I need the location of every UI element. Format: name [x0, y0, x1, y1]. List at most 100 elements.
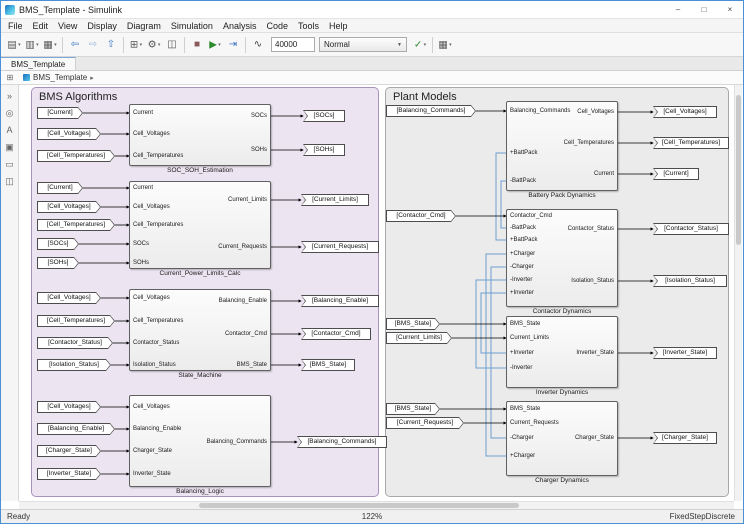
library-browser-button-icon: ⊞ [130, 39, 138, 50]
from-tag[interactable]: [Balancing_Commands] [386, 105, 476, 117]
goto-tag[interactable]: [SOHs] [303, 144, 345, 156]
goto-tag[interactable]: [Contactor_Status] [653, 223, 729, 235]
maximize-button[interactable]: □ [691, 1, 717, 18]
from-tag[interactable]: [Cell_Voltages] [37, 128, 101, 140]
menu-analysis[interactable]: Analysis [218, 19, 262, 33]
subsystem-block[interactable]: Cell_VoltagesBalancing_EnableCharger_Sta… [129, 395, 271, 487]
menu-tools[interactable]: Tools [293, 19, 324, 33]
block-name: Balancing_Logic [105, 488, 295, 495]
menu-help[interactable]: Help [324, 19, 353, 33]
library-browser-button[interactable]: ⊞ ▾ [128, 36, 144, 54]
forward-button[interactable]: ⇨ [85, 36, 101, 54]
tag-label: [Contactor_Status] [653, 223, 729, 235]
model-settings-button[interactable]: ⚙ ▾ [146, 36, 162, 54]
subsystem-block[interactable]: BMS_StateCurrent_Requests-Charger+Charge… [506, 401, 618, 476]
goto-tag[interactable]: [Balancing_Commands] [297, 436, 387, 448]
subsystem-block[interactable]: Balancing_Commands+BattPack-BattPackCell… [506, 101, 618, 191]
menu-simulation[interactable]: Simulation [166, 19, 218, 33]
from-tag[interactable]: [Cell_Temperatures] [37, 315, 115, 327]
from-tag[interactable]: [Inverter_State] [37, 468, 101, 480]
goto-tag[interactable]: [Current] [653, 168, 699, 180]
model-browser-button[interactable]: ◫ [164, 36, 180, 54]
from-tag[interactable]: [Cell_Temperatures] [37, 219, 115, 231]
menubar: File Edit View Display Diagram Simulatio… [1, 19, 743, 33]
from-tag[interactable]: [Isolation_Status] [37, 359, 111, 371]
from-tag[interactable]: [BMS_State] [386, 403, 440, 415]
signal-scope-button[interactable]: ∿ [250, 36, 266, 54]
menu-display[interactable]: Display [82, 19, 122, 33]
goto-tag[interactable]: [Charger_State] [653, 432, 717, 444]
goto-tag[interactable]: [Balancing_Enable] [301, 295, 379, 307]
zoom-tool[interactable]: ◎ [2, 105, 18, 121]
menu-view[interactable]: View [53, 19, 82, 33]
goto-tag[interactable]: [BMS_State] [301, 359, 355, 371]
menu-file[interactable]: File [3, 19, 28, 33]
horizontal-scrollbar[interactable] [19, 501, 734, 509]
grid-button[interactable]: ▦ ▾ [437, 36, 453, 54]
goto-tag[interactable]: [Current_Limits] [301, 194, 369, 206]
step-forward-button[interactable]: ⇥ [225, 36, 241, 54]
goto-tag[interactable]: [SOCs] [303, 110, 345, 122]
save-button[interactable]: ▦ ▾ [42, 36, 58, 54]
stop-time-input[interactable] [271, 37, 315, 52]
from-tag[interactable]: [Contactor_Status] [37, 337, 113, 349]
from-tag[interactable]: [Balancing_Enable] [37, 423, 115, 435]
from-tag[interactable]: [Cell_Temperatures] [37, 150, 115, 162]
goto-tag[interactable]: [Cell_Temperatures] [653, 137, 729, 149]
from-tag[interactable]: [Charger_State] [37, 445, 101, 457]
breadcrumb-item[interactable]: BMS_Template [33, 73, 87, 82]
model-tab[interactable]: BMS_Template [1, 57, 76, 70]
subsystem-block[interactable]: CurrentCell_VoltagesCell_TemperaturesSOC… [129, 104, 271, 166]
minimize-button[interactable]: – [665, 1, 691, 18]
menu-code[interactable]: Code [261, 19, 293, 33]
solver-name[interactable]: FixedStepDiscrete [670, 512, 743, 521]
from-tag[interactable]: [SOHs] [37, 257, 79, 269]
subsystem-block[interactable]: BMS_StateCurrent_Limits+Inverter-Inverte… [506, 316, 618, 388]
menu-edit[interactable]: Edit [28, 19, 54, 33]
from-tag[interactable]: [Contactor_Cmd] [386, 210, 456, 222]
image-tool[interactable]: ▣ [2, 139, 18, 155]
viewer-tool[interactable]: ◫ [2, 173, 18, 189]
from-tag[interactable]: [Cell_Voltages] [37, 401, 101, 413]
from-tag[interactable]: [Current_Requests] [386, 417, 464, 429]
subsystem-block[interactable]: Contactor_Cmd-BattPack+BattPack+Charger-… [506, 209, 618, 307]
menu-diagram[interactable]: Diagram [122, 19, 166, 33]
tag-label: [BMS_State] [386, 318, 440, 330]
goto-tag[interactable]: [Inverter_State] [653, 347, 717, 359]
stop-button[interactable]: ■ [189, 36, 205, 54]
from-tag[interactable]: [Current] [37, 107, 83, 119]
from-tag[interactable]: [Cell_Voltages] [37, 201, 101, 213]
from-tag[interactable]: [Current] [37, 182, 83, 194]
goto-tag[interactable]: [Isolation_Status] [653, 275, 727, 287]
open-button[interactable]: ▥ ▾ [24, 36, 40, 54]
vertical-scrollbar-thumb[interactable] [736, 95, 741, 245]
goto-tag[interactable]: [Cell_Voltages] [653, 106, 717, 118]
close-button[interactable]: × [717, 1, 743, 18]
from-tag[interactable]: [BMS_State] [386, 318, 440, 330]
model-settings-button-icon: ⚙ [148, 39, 157, 50]
from-tag[interactable]: [Cell_Voltages] [37, 292, 101, 304]
run-button[interactable]: ▶ ▾ [207, 36, 223, 54]
from-tag[interactable]: [Current_Limits] [386, 332, 452, 344]
vertical-scrollbar[interactable] [734, 85, 742, 501]
output-port-label: Inverter_State [576, 350, 614, 357]
breadcrumb-arrow-icon[interactable]: ▸ [90, 74, 94, 82]
subsystem-block[interactable]: Cell_VoltagesCell_TemperaturesContactor_… [129, 289, 271, 371]
goto-tag[interactable]: [Contactor_Cmd] [301, 328, 371, 340]
simulation-mode-select[interactable]: Normal ▼ [319, 37, 407, 52]
subsystem-block[interactable]: CurrentCell_VoltagesCell_TemperaturesSOC… [129, 181, 271, 269]
from-tag[interactable]: [SOCs] [37, 238, 79, 250]
breadcrumb: ⊞ BMS_Template ▸ [1, 71, 743, 85]
new-model-button[interactable]: ▤ ▾ [6, 36, 22, 54]
model-canvas[interactable]: BMS AlgorithmsPlant Models[Current][Cell… [19, 85, 734, 501]
up-button[interactable]: ⇧ [103, 36, 119, 54]
back-button[interactable]: ⇦ [67, 36, 83, 54]
model-browser-toggle-icon[interactable]: ⊞ [4, 73, 16, 82]
horizontal-scrollbar-thumb[interactable] [199, 503, 519, 508]
area-tool[interactable]: ▭ [2, 156, 18, 172]
goto-tag[interactable]: [Current_Requests] [301, 241, 379, 253]
annotation-tool[interactable]: A [2, 122, 18, 138]
input-port-label: -BattPack [510, 225, 536, 232]
browser-collapse-tool[interactable]: » [2, 88, 18, 104]
update-diagram-button[interactable]: ✓ ▾ [412, 36, 428, 54]
